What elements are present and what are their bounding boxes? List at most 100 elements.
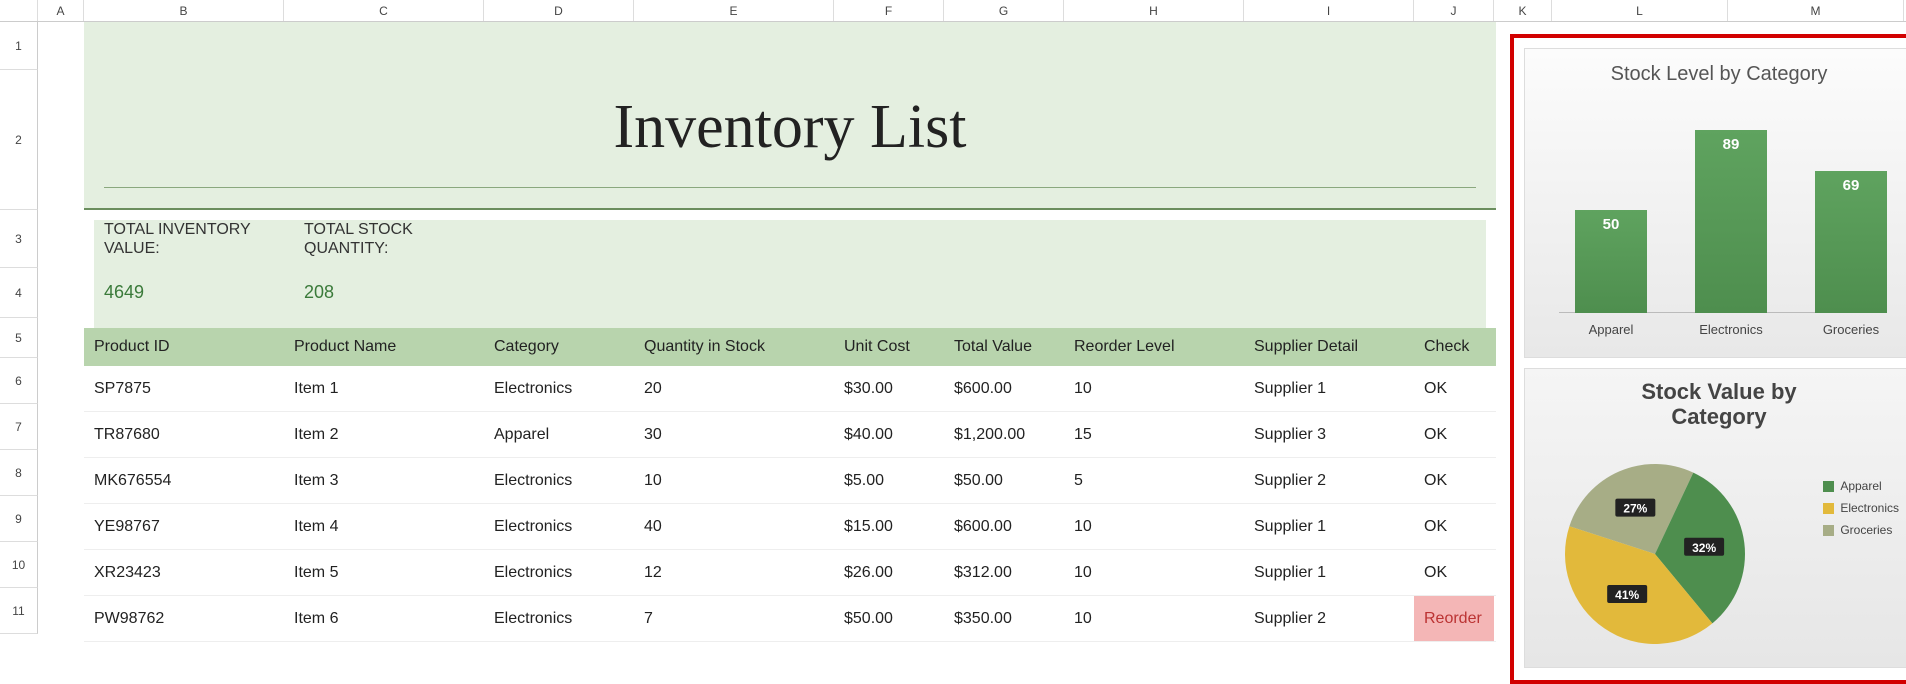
cell-check[interactable]: OK [1414,518,1494,536]
th-total-value[interactable]: Total Value [944,338,1064,356]
table-row[interactable]: PW98762Item 6Electronics7$50.00$350.0010… [84,596,1496,642]
cell-unit[interactable]: $26.00 [834,564,944,582]
row-header-9[interactable]: 9 [0,496,38,542]
cell-reorder[interactable]: 5 [1064,472,1244,490]
legend-item-electronics[interactable]: Electronics [1823,501,1899,515]
cell-total[interactable]: $312.00 [944,564,1064,582]
cell-cat[interactable]: Electronics [484,610,634,628]
cell-pid[interactable]: TR87680 [84,426,284,444]
cell-pid[interactable]: SP7875 [84,380,284,398]
cell-qty[interactable]: 10 [634,472,834,490]
col-header-K[interactable]: K [1494,0,1552,21]
bar-groceries[interactable]: 69 [1815,171,1887,313]
col-header-L[interactable]: L [1552,0,1728,21]
cell-name[interactable]: Item 1 [284,380,484,398]
cell-reorder[interactable]: 10 [1064,380,1244,398]
row-header-3[interactable]: 3 [0,210,38,268]
cell-reorder[interactable]: 10 [1064,518,1244,536]
cell-unit[interactable]: $15.00 [834,518,944,536]
col-header-A[interactable]: A [38,0,84,21]
row-header-5[interactable]: 5 [0,318,38,358]
cell-name[interactable]: Item 6 [284,610,484,628]
cell-name[interactable]: Item 5 [284,564,484,582]
cell-cat[interactable]: Electronics [484,380,634,398]
row-header-10[interactable]: 10 [0,542,38,588]
cell-cat[interactable]: Electronics [484,472,634,490]
bar-apparel[interactable]: 50 [1575,210,1647,313]
cell-cat[interactable]: Electronics [484,564,634,582]
cell-supplier[interactable]: Supplier 2 [1244,472,1414,490]
bar-electronics[interactable]: 89 [1695,130,1767,313]
table-row[interactable]: XR23423Item 5Electronics12$26.00$312.001… [84,550,1496,596]
col-header-C[interactable]: C [284,0,484,21]
cell-total[interactable]: $50.00 [944,472,1064,490]
cell-reorder[interactable]: 10 [1064,564,1244,582]
row-header-6[interactable]: 6 [0,358,38,404]
col-header-H[interactable]: H [1064,0,1244,21]
cell-unit[interactable]: $50.00 [834,610,944,628]
th-unit-cost[interactable]: Unit Cost [834,338,944,356]
legend-item-groceries[interactable]: Groceries [1823,523,1899,537]
cell-check[interactable]: Reorder [1414,596,1494,641]
row-header-2[interactable]: 2 [0,70,38,210]
cell-qty[interactable]: 12 [634,564,834,582]
table-row[interactable]: YE98767Item 4Electronics40$15.00$600.001… [84,504,1496,550]
cell-pid[interactable]: XR23423 [84,564,284,582]
bar-chart[interactable]: Stock Level by Category 50Apparel89Elect… [1524,48,1906,358]
pie-chart[interactable]: Stock Value byCategory 27%32%41% Apparel… [1524,368,1906,668]
cell-qty[interactable]: 20 [634,380,834,398]
col-header-M[interactable]: M [1728,0,1904,21]
cell-cat[interactable]: Electronics [484,518,634,536]
col-header-E[interactable]: E [634,0,834,21]
col-header-D[interactable]: D [484,0,634,21]
cell-qty[interactable]: 30 [634,426,834,444]
cell-check[interactable]: OK [1414,564,1494,582]
th-quantity[interactable]: Quantity in Stock [634,338,834,356]
th-category[interactable]: Category [484,338,634,356]
table-row[interactable]: SP7875Item 1Electronics20$30.00$600.0010… [84,366,1496,412]
cell-unit[interactable]: $5.00 [834,472,944,490]
cell-pid[interactable]: MK676554 [84,472,284,490]
cell-qty[interactable]: 7 [634,610,834,628]
cell-supplier[interactable]: Supplier 1 [1244,380,1414,398]
cell-total[interactable]: $350.00 [944,610,1064,628]
col-header-J[interactable]: J [1414,0,1494,21]
row-header-1[interactable]: 1 [0,22,38,70]
cell-total[interactable]: $600.00 [944,380,1064,398]
th-check[interactable]: Check [1414,338,1494,356]
cell-pid[interactable]: YE98767 [84,518,284,536]
cell-reorder[interactable]: 15 [1064,426,1244,444]
cell-pid[interactable]: PW98762 [84,610,284,628]
row-header-11[interactable]: 11 [0,588,38,634]
th-supplier[interactable]: Supplier Detail [1244,338,1414,356]
cell-total[interactable]: $600.00 [944,518,1064,536]
table-row[interactable]: MK676554Item 3Electronics10$5.00$50.005S… [84,458,1496,504]
col-header-G[interactable]: G [944,0,1064,21]
cell-total[interactable]: $1,200.00 [944,426,1064,444]
th-product-id[interactable]: Product ID [84,338,284,356]
legend-item-apparel[interactable]: Apparel [1823,479,1899,493]
cell-check[interactable]: OK [1414,426,1494,444]
cell-qty[interactable]: 40 [634,518,834,536]
th-reorder-level[interactable]: Reorder Level [1064,338,1244,356]
row-header-4[interactable]: 4 [0,268,38,318]
cell-unit[interactable]: $30.00 [834,380,944,398]
cell-name[interactable]: Item 2 [284,426,484,444]
cell-cat[interactable]: Apparel [484,426,634,444]
cell-supplier[interactable]: Supplier 1 [1244,564,1414,582]
cell-unit[interactable]: $40.00 [834,426,944,444]
th-product-name[interactable]: Product Name [284,338,484,356]
cell-supplier[interactable]: Supplier 2 [1244,610,1414,628]
cell-name[interactable]: Item 3 [284,472,484,490]
row-header-8[interactable]: 8 [0,450,38,496]
table-row[interactable]: TR87680Item 2Apparel30$40.00$1,200.0015S… [84,412,1496,458]
cell-reorder[interactable]: 10 [1064,610,1244,628]
cell-supplier[interactable]: Supplier 3 [1244,426,1414,444]
cell-supplier[interactable]: Supplier 1 [1244,518,1414,536]
col-header-F[interactable]: F [834,0,944,21]
row-header-7[interactable]: 7 [0,404,38,450]
cell-check[interactable]: OK [1414,380,1494,398]
col-header-B[interactable]: B [84,0,284,21]
cell-name[interactable]: Item 4 [284,518,484,536]
cell-check[interactable]: OK [1414,472,1494,490]
